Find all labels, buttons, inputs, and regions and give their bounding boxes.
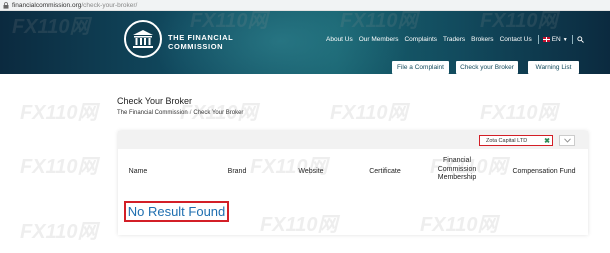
nav-contact-us[interactable]: Contact Us: [500, 36, 532, 43]
watermark: FX110网: [330, 102, 408, 124]
watermark: FX110网: [20, 156, 98, 178]
nav-about-us[interactable]: About Us: [326, 36, 353, 43]
nav-complaints[interactable]: Complaints: [404, 36, 437, 43]
address-bar[interactable]: financialcommission.org/check-your-broke…: [0, 0, 610, 11]
caret-down-icon: ▼: [562, 36, 568, 43]
nav-traders[interactable]: Traders: [443, 36, 465, 43]
url-text: financialcommission.org/check-your-broke…: [12, 0, 137, 11]
breadcrumb: The Financial Commission / Check Your Brok…: [117, 110, 243, 116]
file-complaint-button[interactable]: File a Complaint: [392, 61, 449, 74]
column-header-name[interactable]: Name: [118, 168, 158, 177]
language-label: EN: [551, 36, 561, 43]
breadcrumb-home[interactable]: The Financial Commission: [117, 110, 188, 116]
building-icon: [133, 30, 153, 48]
logo-line-2: COMMISSION: [168, 42, 224, 51]
logo-emblem[interactable]: [124, 20, 162, 58]
check-broker-button[interactable]: Check your Broker: [456, 61, 518, 74]
search-icon[interactable]: [577, 36, 584, 43]
column-header-website[interactable]: Website: [286, 168, 336, 177]
watermark: FX110网: [480, 102, 558, 124]
logo-line-1: THE FINANCIAL: [168, 33, 234, 42]
clear-filter-icon[interactable]: ✖: [542, 136, 552, 145]
column-header-membership[interactable]: Financial Commission Membership: [427, 157, 487, 183]
nav-divider: [537, 35, 539, 44]
nav-our-members[interactable]: Our Members: [359, 36, 399, 43]
breadcrumb-separator: /: [189, 110, 192, 116]
column-header-brand[interactable]: Brand: [214, 168, 260, 177]
language-selector[interactable]: EN ▼: [542, 36, 568, 43]
lock-icon: [3, 1, 9, 9]
url-host: financialcommission.org: [12, 1, 82, 9]
no-result-message: No Result Found: [124, 201, 229, 222]
site-header: THE FINANCIAL COMMISSION About Us Our Me…: [0, 11, 610, 74]
uk-flag-icon: [542, 37, 550, 42]
watermark: FX110网: [20, 102, 98, 124]
filter-bar: Zota Capital LTD ✖: [118, 131, 588, 149]
chevron-down-icon: [563, 138, 571, 143]
filter-dropdown-button[interactable]: [559, 135, 575, 146]
column-header-certificate[interactable]: Certificate: [355, 168, 415, 177]
nav-brokers[interactable]: Brokers: [471, 36, 493, 43]
breadcrumb-current: Check Your Broker: [193, 110, 244, 116]
url-path: /check-your-broker/: [81, 1, 138, 9]
logo-text[interactable]: THE FINANCIAL COMMISSION: [168, 33, 233, 51]
watermark: FX110网: [20, 221, 98, 243]
main-nav: About Us Our Members Complaints Traders …: [326, 35, 584, 44]
column-header-compensation-fund[interactable]: Compensation Fund: [506, 168, 582, 177]
nav-divider-2: [571, 35, 573, 44]
warning-list-button[interactable]: Warning List: [528, 61, 579, 74]
page-title: Check Your Broker: [117, 96, 193, 106]
